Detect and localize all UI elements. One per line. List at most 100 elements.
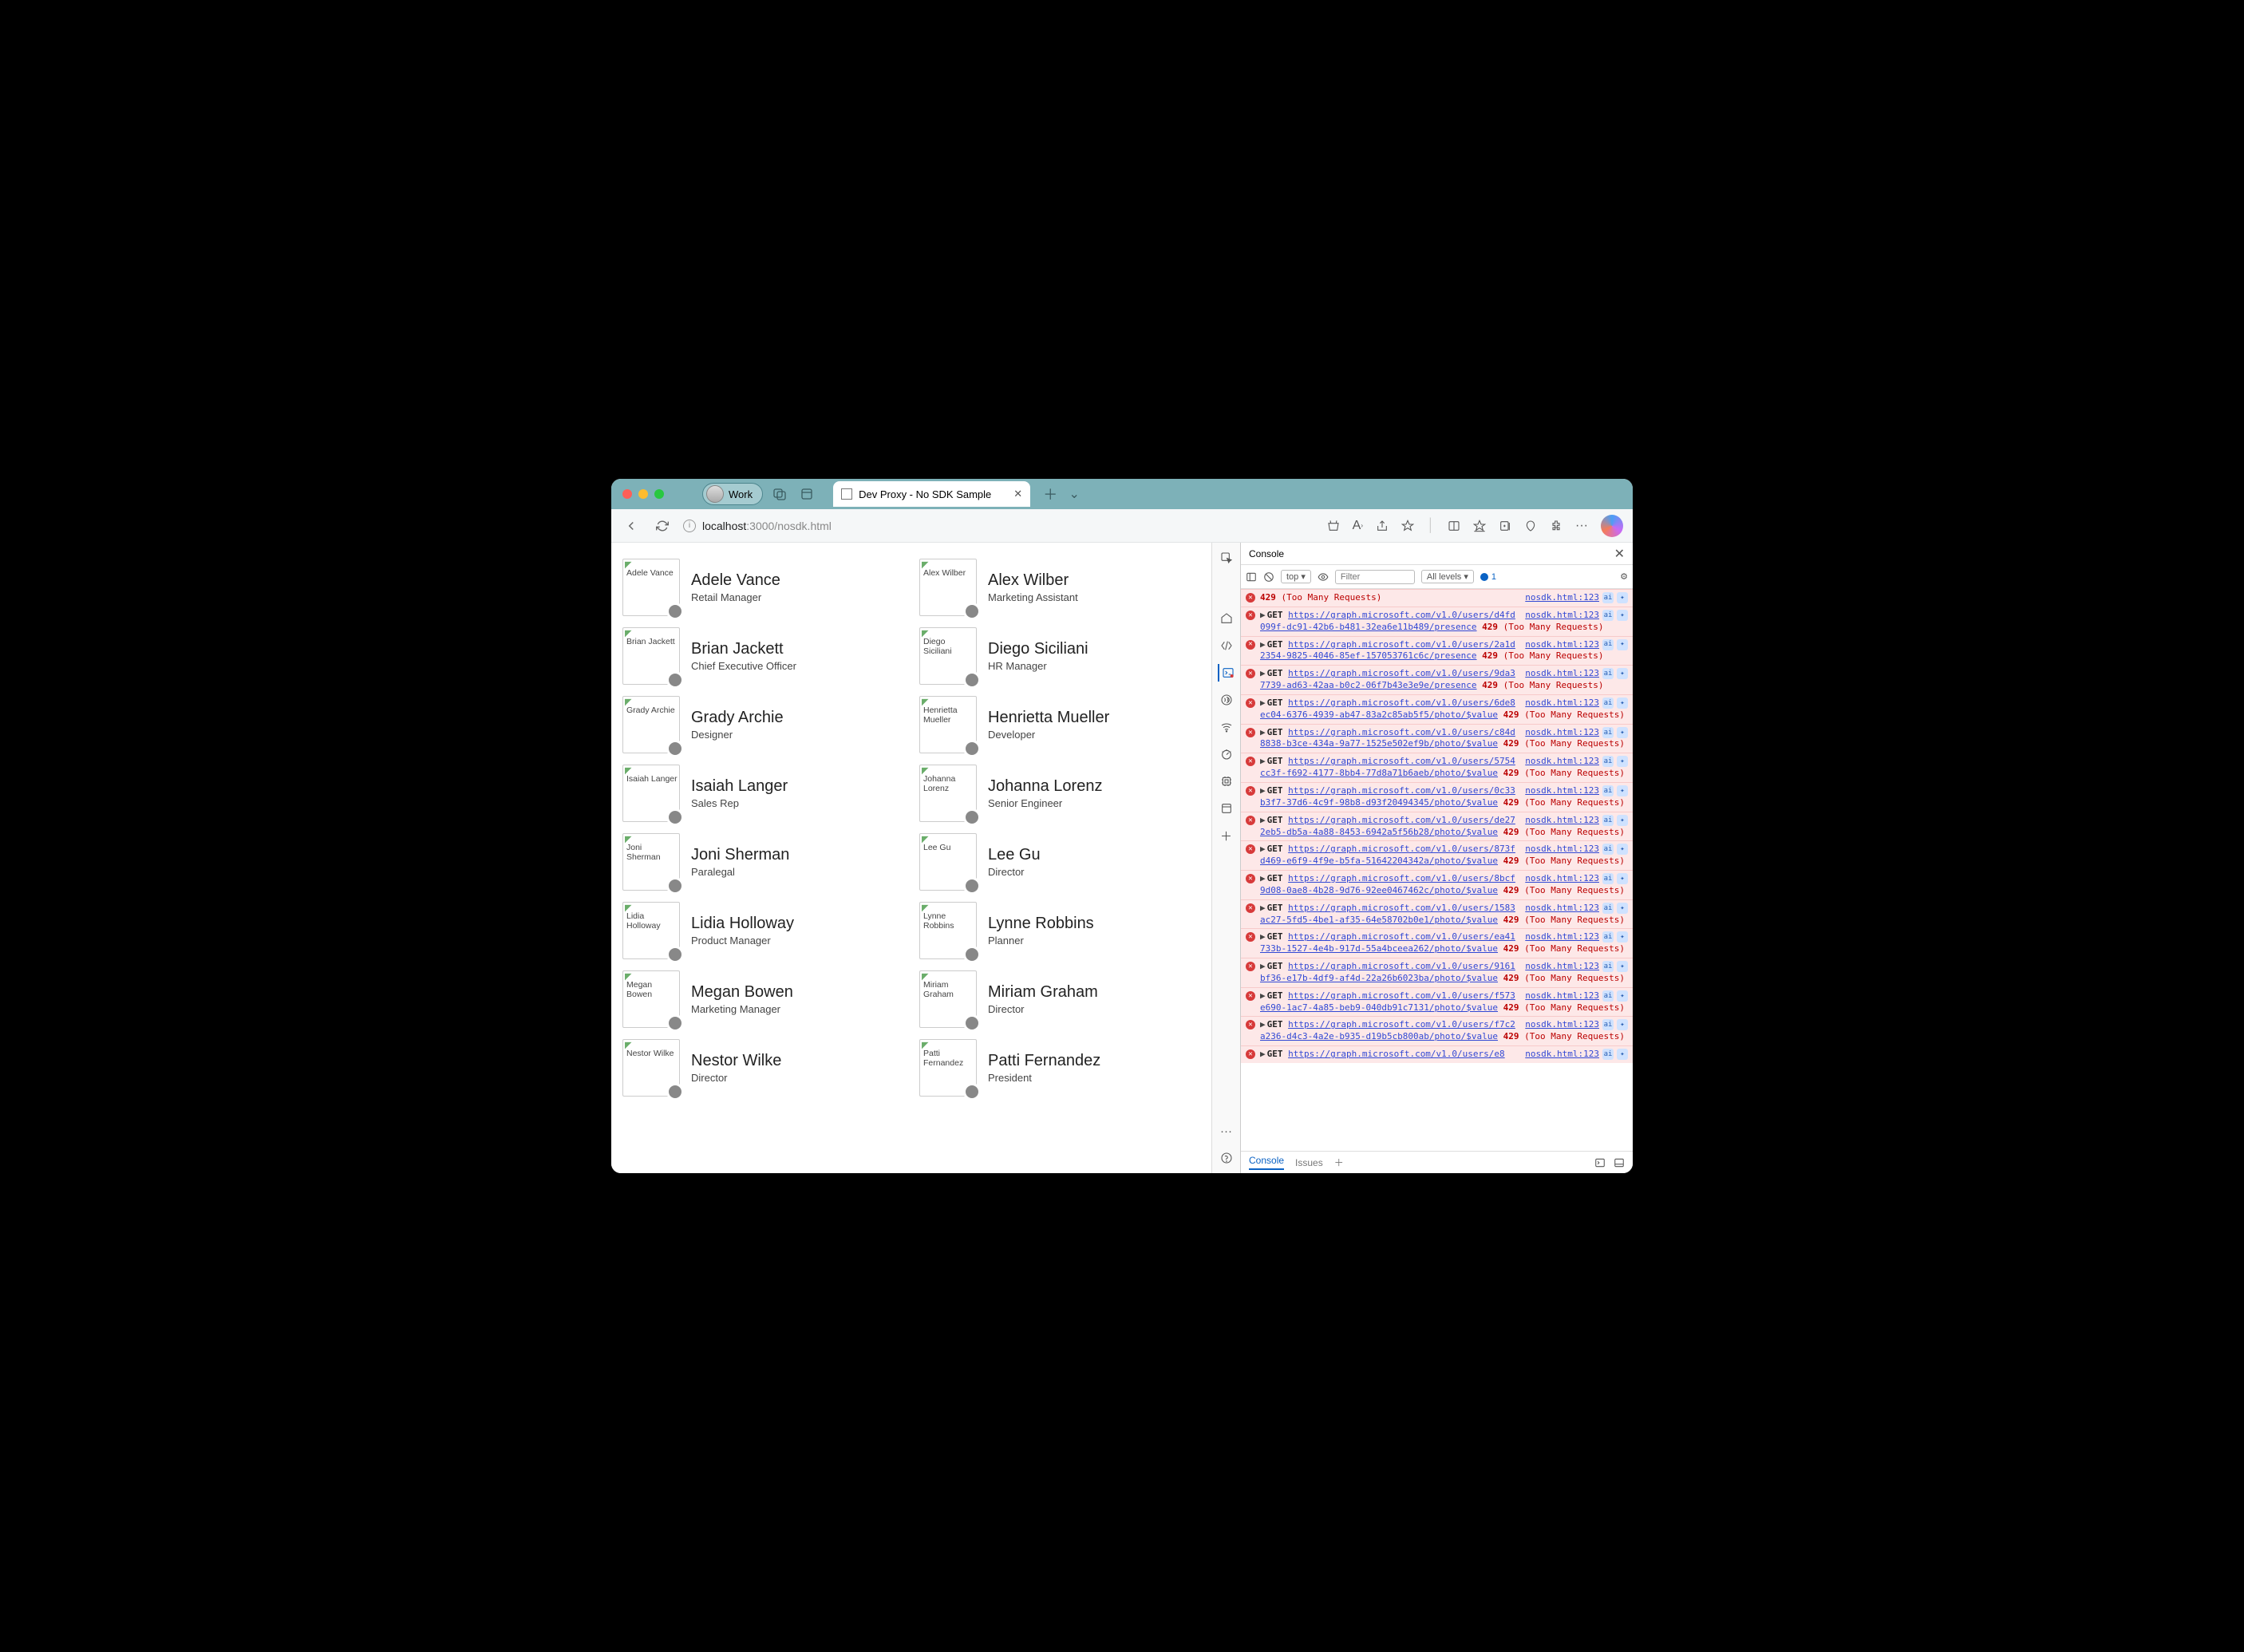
request-url[interactable]: https://graph.microsoft.com/v1.0/users/8…: [1260, 873, 1515, 895]
expand-icon[interactable]: ▶: [1260, 785, 1266, 796]
context-selector[interactable]: top ▾: [1281, 570, 1311, 583]
ai-badge-icon[interactable]: ai: [1602, 815, 1614, 826]
shopping-icon[interactable]: [1327, 520, 1340, 532]
console-error-row[interactable]: ✕✦ainosdk.html:123▶GET https://graph.mic…: [1241, 928, 1633, 958]
expand-icon[interactable]: ▶: [1260, 639, 1266, 650]
console-error-row[interactable]: ✕✦ainosdk.html:123▶GET https://graph.mic…: [1241, 1016, 1633, 1045]
profile-chip[interactable]: Work: [702, 483, 763, 505]
source-link[interactable]: nosdk.html:123: [1525, 639, 1599, 651]
expand-icon[interactable]: ▶: [1260, 727, 1266, 737]
ai-badge-icon[interactable]: ai: [1602, 961, 1614, 972]
ai-badge-icon[interactable]: ai: [1602, 756, 1614, 767]
copilot-explain-icon[interactable]: ✦: [1617, 931, 1628, 943]
source-link[interactable]: nosdk.html:123: [1525, 756, 1599, 768]
console-error-row[interactable]: ✕✦ainosdk.html:123▶GET https://graph.mic…: [1241, 987, 1633, 1017]
address-field[interactable]: i localhost:3000/nosdk.html: [683, 520, 1316, 532]
share-icon[interactable]: [1376, 520, 1389, 532]
elements-icon[interactable]: [1218, 637, 1235, 654]
source-link[interactable]: nosdk.html:123: [1525, 990, 1599, 1002]
copilot-explain-icon[interactable]: ✦: [1617, 873, 1628, 884]
sources-icon[interactable]: [1218, 691, 1235, 709]
console-error-row[interactable]: ✕✦ainosdk.html:123▶GET https://graph.mic…: [1241, 694, 1633, 724]
request-url[interactable]: https://graph.microsoft.com/v1.0/users/f…: [1260, 990, 1515, 1013]
console-error-row[interactable]: ✕✦ainosdk.html:123▶GET https://graph.mic…: [1241, 665, 1633, 694]
application-icon[interactable]: [1218, 800, 1235, 817]
copilot-button[interactable]: [1601, 515, 1623, 537]
copilot-explain-icon[interactable]: ✦: [1617, 610, 1628, 621]
request-url[interactable]: https://graph.microsoft.com/v1.0/users/9…: [1260, 961, 1515, 983]
console-output[interactable]: ✕✦ainosdk.html:123429 (Too Many Requests…: [1241, 589, 1633, 1151]
request-url[interactable]: https://graph.microsoft.com/v1.0/users/8…: [1260, 844, 1515, 866]
copilot-explain-icon[interactable]: ✦: [1617, 592, 1628, 603]
extensions-icon[interactable]: [1550, 520, 1563, 532]
console-error-row[interactable]: ✕✦ainosdk.html:123▶GET https://graph.mic…: [1241, 958, 1633, 987]
site-info-icon[interactable]: i: [683, 520, 696, 532]
welcome-icon[interactable]: [1218, 610, 1235, 627]
source-link[interactable]: nosdk.html:123: [1525, 668, 1599, 680]
ai-badge-icon[interactable]: ai: [1602, 1019, 1614, 1030]
drawer-tab-console[interactable]: Console: [1249, 1155, 1284, 1170]
refresh-button[interactable]: [653, 516, 672, 536]
expand-icon[interactable]: ▶: [1260, 903, 1266, 913]
source-link[interactable]: nosdk.html:123: [1525, 1019, 1599, 1031]
performance-icon[interactable]: [1218, 745, 1235, 763]
request-url[interactable]: https://graph.microsoft.com/v1.0/users/d…: [1260, 815, 1515, 837]
console-settings-icon[interactable]: ⚙: [1620, 571, 1628, 582]
ai-badge-icon[interactable]: ai: [1602, 592, 1614, 603]
expand-icon[interactable]: ▶: [1260, 1019, 1266, 1030]
expand-icon[interactable]: ▶: [1260, 610, 1266, 620]
minimize-window-button[interactable]: [638, 489, 648, 499]
console-error-row[interactable]: ✕✦ainosdk.html:123▶GET https://graph.mic…: [1241, 753, 1633, 782]
ai-badge-icon[interactable]: ai: [1602, 727, 1614, 738]
copilot-explain-icon[interactable]: ✦: [1617, 756, 1628, 767]
copilot-explain-icon[interactable]: ✦: [1617, 1019, 1628, 1030]
drawer-dock-icon[interactable]: [1614, 1157, 1625, 1168]
copilot-explain-icon[interactable]: ✦: [1617, 961, 1628, 972]
ai-badge-icon[interactable]: ai: [1602, 844, 1614, 855]
filter-input[interactable]: [1335, 570, 1415, 584]
copilot-explain-icon[interactable]: ✦: [1617, 785, 1628, 796]
more-tools-icon[interactable]: ···: [1218, 1122, 1235, 1140]
help-icon[interactable]: [1218, 1149, 1235, 1167]
console-icon[interactable]: [1218, 664, 1235, 682]
tab-overflow-icon[interactable]: ⌄: [1064, 484, 1084, 504]
console-error-row[interactable]: ✕✦ainosdk.html:123▶GET https://graph.mic…: [1241, 812, 1633, 841]
request-url[interactable]: https://graph.microsoft.com/v1.0/users/0…: [1260, 785, 1515, 808]
expand-icon[interactable]: ▶: [1260, 756, 1266, 766]
browser-essentials-icon[interactable]: [1524, 520, 1537, 532]
live-expression-icon[interactable]: [1318, 571, 1329, 583]
expand-icon[interactable]: ▶: [1260, 1049, 1266, 1059]
source-link[interactable]: nosdk.html:123: [1525, 815, 1599, 827]
ai-badge-icon[interactable]: ai: [1602, 668, 1614, 679]
read-aloud-icon[interactable]: A›: [1353, 519, 1363, 533]
web-page[interactable]: Adele Vance Adele Vance Retail Manager A…: [611, 543, 1211, 1173]
back-button[interactable]: [621, 516, 642, 536]
console-error-row[interactable]: ✕✦ainosdk.html:123429 (Too Many Requests…: [1241, 589, 1633, 607]
close-window-button[interactable]: [622, 489, 632, 499]
request-url[interactable]: https://graph.microsoft.com/v1.0/users/9…: [1260, 668, 1515, 690]
copilot-explain-icon[interactable]: ✦: [1617, 668, 1628, 679]
browser-tab[interactable]: Dev Proxy - No SDK Sample ✕: [833, 481, 1030, 507]
request-url[interactable]: https://graph.microsoft.com/v1.0/users/f…: [1260, 1019, 1515, 1041]
expand-icon[interactable]: ▶: [1260, 931, 1266, 942]
source-link[interactable]: nosdk.html:123: [1525, 727, 1599, 739]
console-error-row[interactable]: ✕✦ainosdk.html:123▶GET https://graph.mic…: [1241, 782, 1633, 812]
request-url[interactable]: https://graph.microsoft.com/v1.0/users/e…: [1288, 1049, 1505, 1059]
expand-icon[interactable]: ▶: [1260, 990, 1266, 1001]
copilot-explain-icon[interactable]: ✦: [1617, 815, 1628, 826]
expand-icon[interactable]: ▶: [1260, 698, 1266, 708]
source-link[interactable]: nosdk.html:123: [1525, 592, 1599, 604]
ai-badge-icon[interactable]: ai: [1602, 1049, 1614, 1060]
ai-badge-icon[interactable]: ai: [1602, 785, 1614, 796]
favorite-icon[interactable]: [1401, 520, 1414, 532]
request-url[interactable]: https://graph.microsoft.com/v1.0/users/d…: [1260, 610, 1515, 632]
source-link[interactable]: nosdk.html:123: [1525, 698, 1599, 709]
expand-icon[interactable]: ▶: [1260, 815, 1266, 825]
source-link[interactable]: nosdk.html:123: [1525, 785, 1599, 797]
copilot-explain-icon[interactable]: ✦: [1617, 698, 1628, 709]
drawer-add-tab-icon[interactable]: ＋: [1334, 1156, 1344, 1169]
clear-console-icon[interactable]: [1263, 571, 1274, 583]
request-url[interactable]: https://graph.microsoft.com/v1.0/users/2…: [1260, 639, 1515, 662]
source-link[interactable]: nosdk.html:123: [1525, 610, 1599, 622]
console-error-row[interactable]: ✕✦ainosdk.html:123▶GET https://graph.mic…: [1241, 636, 1633, 666]
